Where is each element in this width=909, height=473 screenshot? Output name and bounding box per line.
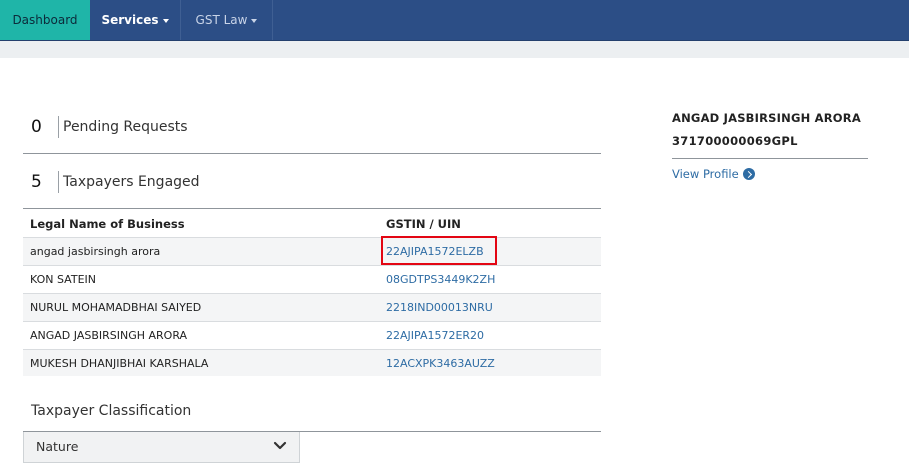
gstin-link[interactable]: 22AJIPA1572ER20	[386, 322, 484, 349]
profile-name: ANGAD JASBIRSINGH ARORA	[672, 111, 861, 125]
top-navbar: Dashboard Services GST Law	[0, 0, 909, 41]
gstin-link[interactable]: 2218IND00013NRU	[386, 294, 493, 321]
cell-legal-name: ANGAD JASBIRSINGH ARORA	[30, 329, 188, 342]
nature-select[interactable]: Nature	[23, 432, 300, 463]
profile-id: 371700000069GPL	[672, 134, 798, 148]
cell-legal-name: KON SATEIN	[30, 273, 96, 286]
caret-down-icon	[251, 18, 258, 23]
highlight-box	[381, 236, 497, 265]
divider	[23, 153, 601, 154]
table-row: ANGAD JASBIRSINGH ARORA 22AJIPA1572ER20	[23, 321, 601, 349]
chevron-down-icon	[273, 441, 287, 450]
cell-legal-name: NURUL MOHAMADBHAI SAIYED	[30, 301, 202, 314]
nav-dashboard[interactable]: Dashboard	[0, 0, 90, 40]
caret-down-icon	[162, 18, 169, 23]
nav-services-label: Services	[101, 13, 159, 27]
table-row: NURUL MOHAMADBHAI SAIYED 2218IND00013NRU	[23, 293, 601, 321]
table-row: angad jasbirsingh arora 22AJIPA1572ELZB	[23, 237, 601, 265]
cell-legal-name: MUKESH DHANJIBHAI KARSHALA	[30, 357, 209, 370]
table-row: KON SATEIN 08GDTPS3449K2ZH	[23, 265, 601, 293]
nav-dashboard-label: Dashboard	[12, 13, 78, 27]
nav-gst-law-label: GST Law	[195, 13, 248, 27]
arrow-right-circle-icon	[742, 168, 755, 180]
view-profile-link[interactable]: View Profile	[672, 167, 755, 181]
classification-title: Taxpayer Classification	[31, 403, 192, 419]
nav-services[interactable]: Services	[90, 0, 181, 40]
engaged-count: 5	[31, 172, 42, 192]
profile-divider	[672, 158, 868, 159]
header-strip	[0, 41, 909, 58]
pending-count: 0	[31, 117, 42, 137]
cell-legal-name: angad jasbirsingh arora	[30, 245, 161, 258]
column-header-name: Legal Name of Business	[30, 217, 185, 231]
view-profile-label: View Profile	[672, 167, 739, 181]
engaged-label: Taxpayers Engaged	[63, 174, 200, 190]
pending-label: Pending Requests	[63, 119, 188, 135]
gstin-link[interactable]: 08GDTPS3449K2ZH	[386, 266, 495, 293]
table-row: MUKESH DHANJIBHAI KARSHALA 12ACXPK3463AU…	[23, 349, 601, 376]
nav-gst-law[interactable]: GST Law	[181, 0, 273, 40]
stat-divider	[58, 116, 59, 138]
gstin-link[interactable]: 12ACXPK3463AUZZ	[386, 350, 495, 377]
nature-select-value: Nature	[36, 439, 79, 454]
divider	[23, 208, 601, 209]
stat-divider	[58, 171, 59, 193]
column-header-gstin: GSTIN / UIN	[386, 217, 461, 231]
